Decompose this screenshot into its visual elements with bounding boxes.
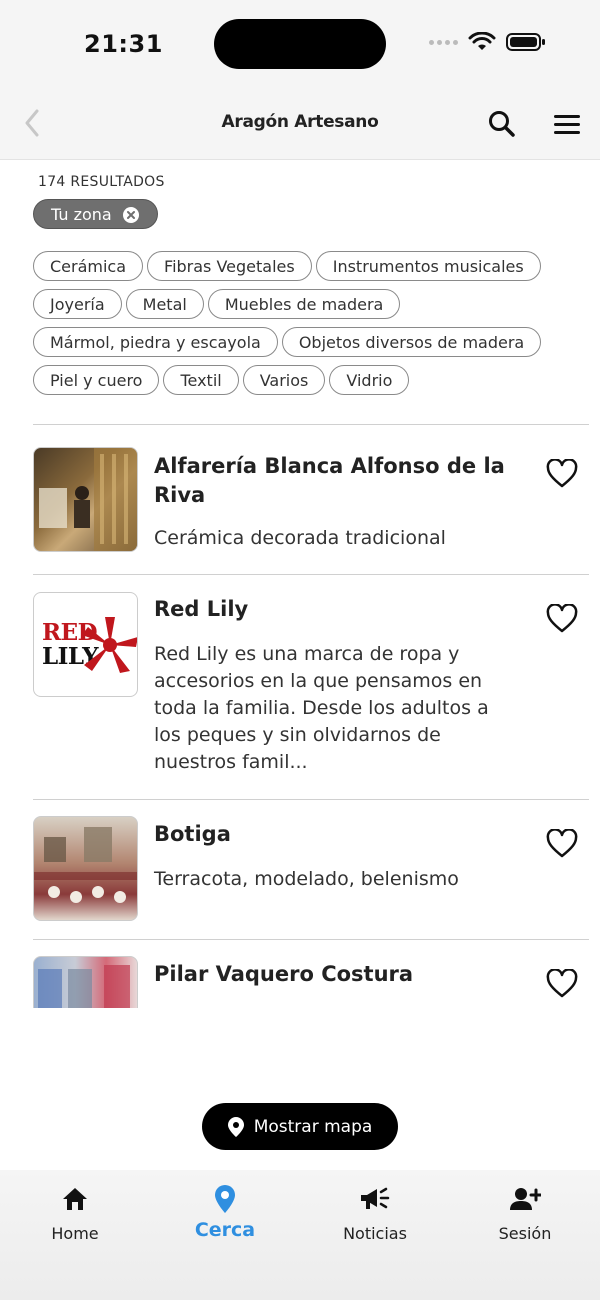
- megaphone-icon: [361, 1187, 390, 1209]
- list-item[interactable]: Alfarería Blanca Alfonso de la Riva Cerá…: [33, 425, 589, 574]
- item-title: Pilar Vaquero Costura: [154, 962, 414, 986]
- search-icon: [489, 111, 515, 137]
- show-map-button[interactable]: Mostrar mapa: [202, 1103, 398, 1150]
- show-map-label: Mostrar mapa: [253, 1116, 373, 1137]
- item-title: Red Lily: [154, 597, 249, 621]
- home-icon: [63, 1188, 87, 1210]
- heart-icon[interactable]: [546, 604, 578, 634]
- tab-label: Cerca: [194, 1219, 256, 1241]
- category-chips: Cerámica Fibras Vegetales Instrumentos m…: [33, 251, 573, 403]
- item-description: Terracota, modelado, belenismo: [154, 868, 459, 890]
- category-chip[interactable]: Instrumentos musicales: [315, 251, 541, 281]
- item-photo: [33, 816, 138, 921]
- category-chip[interactable]: Piel y cuero: [33, 365, 160, 395]
- status-bar: 21:31: [0, 0, 600, 90]
- item-description: Red Lily es una marca de ropa y accesori…: [154, 643, 489, 773]
- tab-label: Sesión: [498, 1224, 552, 1243]
- status-indicators: [429, 32, 546, 52]
- tab-sesion[interactable]: Sesión: [450, 1184, 600, 1243]
- tab-cerca[interactable]: Cerca: [150, 1184, 300, 1241]
- item-title: Alfarería Blanca Alfonso de la Riva: [154, 454, 505, 507]
- category-chip[interactable]: Metal: [125, 289, 204, 319]
- active-filter-chip[interactable]: Tu zona: [33, 199, 158, 229]
- category-chip[interactable]: Fibras Vegetales: [147, 251, 312, 281]
- search-button[interactable]: [486, 108, 518, 140]
- location-pin-icon: [227, 1116, 244, 1137]
- results-list: Alfarería Blanca Alfonso de la Riva Cerá…: [33, 424, 589, 1008]
- category-chip[interactable]: Mármol, piedra y escayola: [33, 327, 278, 357]
- category-chip[interactable]: Textil: [163, 365, 239, 395]
- heart-icon[interactable]: [546, 969, 578, 999]
- remove-filter-icon[interactable]: [123, 207, 139, 223]
- tab-noticias[interactable]: Noticias: [300, 1184, 450, 1243]
- signal-icon: [429, 39, 458, 45]
- wifi-icon: [468, 32, 496, 50]
- battery-icon: [506, 33, 545, 51]
- item-title: Botiga: [154, 822, 231, 846]
- hamburger-menu-icon: [554, 115, 580, 134]
- tab-label: Noticias: [343, 1224, 407, 1243]
- status-time: 21:31: [84, 30, 163, 58]
- list-item[interactable]: Botiga Terracota, modelado, belenismo: [33, 800, 589, 939]
- location-pin-icon: [215, 1185, 235, 1213]
- app-header: Aragón Artesano: [0, 90, 600, 160]
- lily-flower-icon: [82, 617, 137, 673]
- list-item[interactable]: Pilar Vaquero Costura: [33, 940, 589, 1008]
- item-photo: [33, 447, 138, 552]
- results-content: 174 RESULTADOS Tu zona Cerámica Fibras V…: [0, 160, 600, 1008]
- dynamic-island: [214, 19, 386, 69]
- category-chip[interactable]: Cerámica: [33, 251, 144, 281]
- bottom-tab-bar: Home Cerca Noticias Sesión: [0, 1170, 600, 1300]
- results-count: 174 RESULTADOS: [38, 174, 165, 190]
- category-chip[interactable]: Joyería: [33, 289, 122, 319]
- item-description: Cerámica decorada tradicional: [154, 527, 446, 549]
- list-item[interactable]: RED LILY Red Lily Red Lily es una marca …: [33, 575, 589, 799]
- add-user-icon: [510, 1188, 541, 1210]
- tab-label: Home: [51, 1224, 99, 1243]
- menu-button[interactable]: [552, 110, 582, 140]
- item-photo: [33, 956, 138, 1008]
- category-chip[interactable]: Varios: [242, 365, 326, 395]
- active-filter-label: Tu zona: [51, 204, 112, 224]
- category-chip[interactable]: Muebles de madera: [207, 289, 401, 319]
- category-chip[interactable]: Vidrio: [329, 365, 410, 395]
- heart-icon[interactable]: [546, 459, 578, 489]
- item-logo: RED LILY: [33, 592, 138, 697]
- category-chip[interactable]: Objetos diversos de madera: [281, 327, 542, 357]
- tab-home[interactable]: Home: [0, 1184, 150, 1243]
- heart-icon[interactable]: [546, 829, 578, 859]
